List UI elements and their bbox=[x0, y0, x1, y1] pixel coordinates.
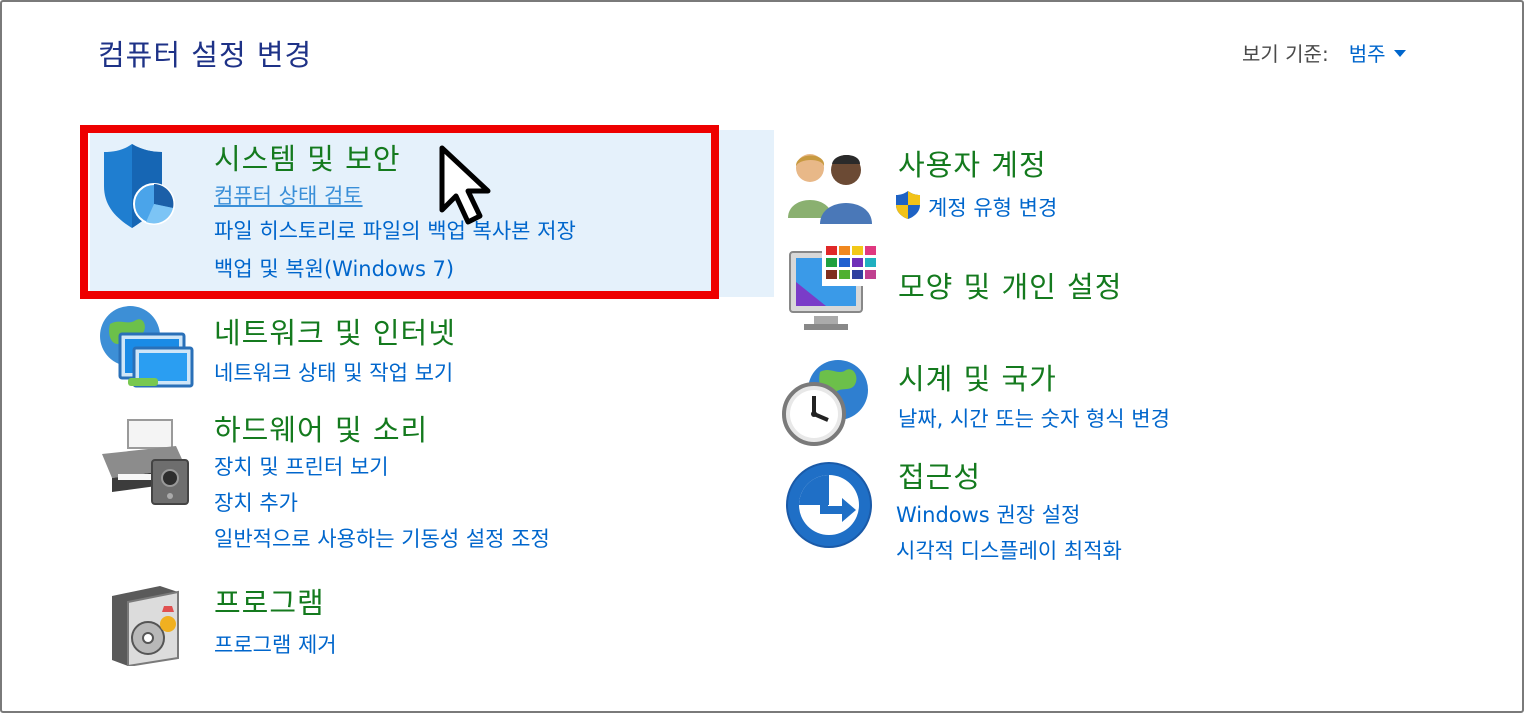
view-by-label: 보기 기준: bbox=[1242, 42, 1329, 66]
link-optimize-visual-display[interactable]: 시각적 디스플레이 최적화 bbox=[896, 535, 1122, 565]
clock-globe-icon[interactable] bbox=[780, 356, 872, 452]
link-devices-printers[interactable]: 장치 및 프린터 보기 bbox=[214, 451, 389, 481]
link-mobility-settings[interactable]: 일반적으로 사용하는 기동성 설정 조정 bbox=[214, 523, 550, 553]
link-change-account-type[interactable]: 계정 유형 변경 bbox=[928, 192, 1057, 222]
link-windows-recommended[interactable]: Windows 권장 설정 bbox=[896, 499, 1080, 529]
link-add-device[interactable]: 장치 추가 bbox=[214, 487, 298, 517]
view-by: 보기 기준: 범주 bbox=[1242, 38, 1406, 67]
link-network-status[interactable]: 네트워크 상태 및 작업 보기 bbox=[214, 357, 453, 387]
chevron-down-icon bbox=[1393, 50, 1406, 57]
link-date-time-format[interactable]: 날짜, 시간 또는 숫자 형식 변경 bbox=[898, 403, 1170, 433]
category-clock-region-title[interactable]: 시계 및 국가 bbox=[898, 356, 1057, 398]
network-icon[interactable] bbox=[98, 304, 194, 394]
page-title: 컴퓨터 설정 변경 bbox=[98, 38, 313, 72]
category-appearance-title[interactable]: 모양 및 개인 설정 bbox=[898, 264, 1122, 306]
users-icon[interactable] bbox=[786, 148, 876, 228]
link-backup-restore[interactable]: 백업 및 복원(Windows 7) bbox=[214, 253, 454, 283]
printer-icon[interactable] bbox=[98, 416, 192, 510]
appearance-icon[interactable] bbox=[786, 242, 880, 340]
category-ease-of-access-title[interactable]: 접근성 bbox=[898, 454, 981, 496]
shield-icon[interactable] bbox=[102, 142, 176, 236]
category-hardware-sound-title[interactable]: 하드웨어 및 소리 bbox=[214, 407, 428, 449]
category-network-internet-title[interactable]: 네트워크 및 인터넷 bbox=[214, 310, 456, 352]
category-programs-title[interactable]: 프로그램 bbox=[214, 580, 325, 622]
view-by-value: 범주 bbox=[1348, 42, 1386, 66]
category-user-accounts-title[interactable]: 사용자 계정 bbox=[898, 142, 1047, 184]
programs-icon[interactable] bbox=[106, 582, 186, 670]
uac-shield-icon bbox=[894, 190, 922, 224]
category-system-security-title[interactable]: 시스템 및 보안 bbox=[214, 136, 401, 178]
link-uninstall-program[interactable]: 프로그램 제거 bbox=[214, 629, 337, 659]
link-review-computer-status[interactable]: 컴퓨터 상태 검토 bbox=[214, 180, 363, 210]
link-file-history-backup[interactable]: 파일 히스토리로 파일의 백업 복사본 저장 bbox=[214, 215, 576, 245]
accessibility-icon[interactable] bbox=[784, 460, 874, 554]
view-by-dropdown[interactable]: 범주 bbox=[1349, 38, 1406, 67]
control-panel-window: 컴퓨터 설정 변경 보기 기준: 범주 시스템 및 보안 컴퓨터 상태 검토 파… bbox=[0, 0, 1524, 713]
